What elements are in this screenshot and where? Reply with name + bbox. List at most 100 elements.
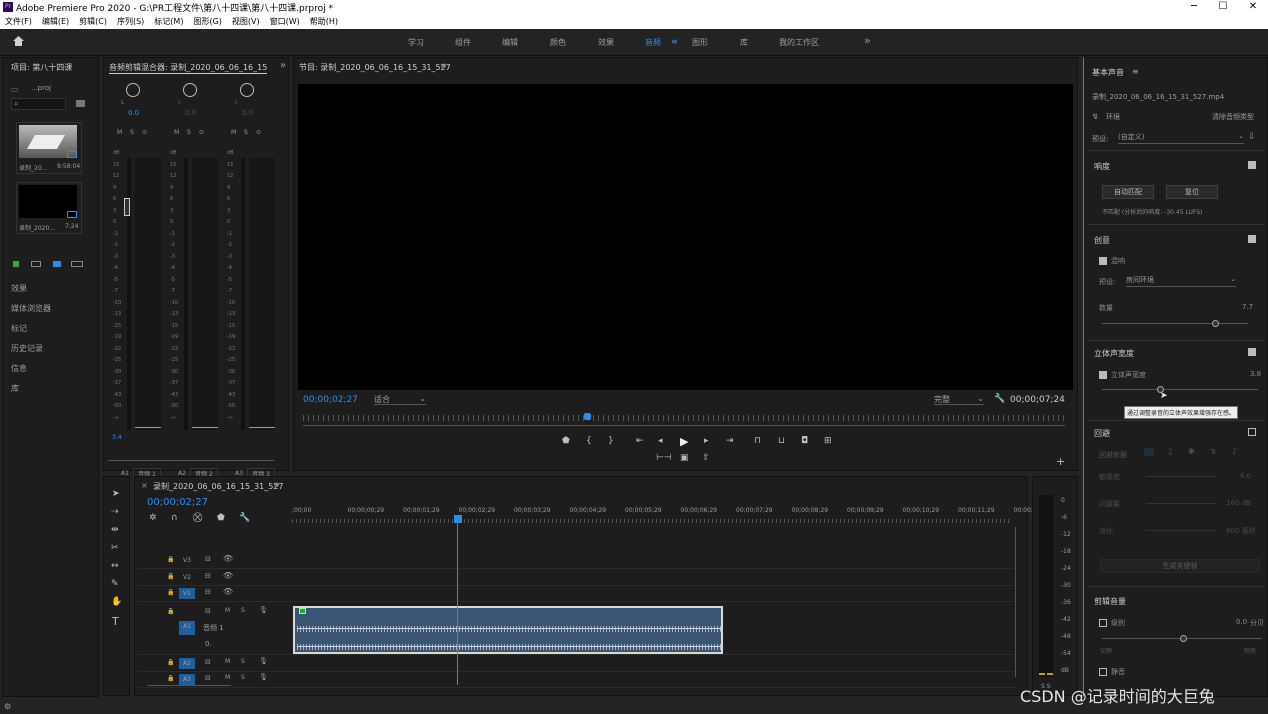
track-label[interactable]: A2 xyxy=(179,658,195,669)
type-tool-icon[interactable]: T xyxy=(112,615,119,628)
menu-edit[interactable]: 编辑(E) xyxy=(42,14,69,29)
essential-title[interactable]: 基本声音 xyxy=(1092,67,1124,78)
sync-lock-icon[interactable]: ⊟ xyxy=(205,555,211,563)
sync-lock-icon[interactable]: ⊟ xyxy=(205,658,211,666)
menu-window[interactable]: 窗口(W) xyxy=(270,14,300,29)
linked-selection-icon[interactable]: ⛒ xyxy=(193,513,202,523)
pen-icon[interactable]: ✎ xyxy=(111,579,119,589)
track-scrollbar[interactable] xyxy=(147,685,231,686)
track-label[interactable]: V2 xyxy=(179,572,195,583)
mute-button[interactable]: M xyxy=(231,129,236,136)
selection-tool-icon[interactable]: ➤ xyxy=(112,489,120,499)
menu-help[interactable]: 帮助(H) xyxy=(310,14,338,29)
preset-dropdown[interactable]: (自定义) ⌄ xyxy=(1118,132,1244,144)
pan-value[interactable]: 0.0 xyxy=(185,109,196,117)
time-ruler[interactable] xyxy=(303,415,1065,421)
stereo-width-value[interactable]: 3.8 xyxy=(1250,370,1261,378)
creative-header[interactable]: 创意 xyxy=(1094,235,1110,246)
video-viewport[interactable] xyxy=(298,84,1073,390)
loudness-header[interactable]: 响度 xyxy=(1094,161,1110,172)
timeline-timecode[interactable]: 00;00;02;27 xyxy=(147,497,208,508)
panel-effects[interactable]: 效果 xyxy=(11,283,27,294)
solo-button[interactable]: S xyxy=(241,658,245,665)
duck-amount-slider[interactable] xyxy=(1146,503,1216,504)
mute-button[interactable]: M xyxy=(225,674,230,681)
panel-libraries[interactable]: 库 xyxy=(11,383,19,394)
panel-history[interactable]: 历史记录 xyxy=(11,343,43,354)
mute-button[interactable]: M xyxy=(174,129,179,136)
track-label[interactable]: A3 xyxy=(179,674,195,685)
ripple-edit-icon[interactable]: ⇹ xyxy=(111,525,119,535)
tab-effects[interactable]: 效果 xyxy=(598,37,614,48)
razor-icon[interactable]: ✂ xyxy=(111,543,119,553)
tab-menu-icon[interactable]: ≡ xyxy=(671,37,678,46)
amount-slider[interactable] xyxy=(1102,323,1248,324)
wrench-icon[interactable]: 🔧 xyxy=(994,394,1005,404)
volume-fader-handle[interactable] xyxy=(124,198,130,216)
menu-graphics[interactable]: 图形(G) xyxy=(193,14,221,29)
record-button[interactable]: ⊙ xyxy=(199,129,204,136)
amount-value[interactable]: 7.7 xyxy=(1242,303,1253,311)
icon-view-icon[interactable] xyxy=(53,261,61,267)
hand-icon[interactable]: ✋ xyxy=(111,597,122,607)
tab-audio[interactable]: 音频 xyxy=(645,37,661,48)
add-marker-icon[interactable]: ⬟ xyxy=(217,513,225,523)
eye-icon[interactable]: 👁 xyxy=(223,571,233,580)
amount-knob[interactable] xyxy=(1212,320,1219,327)
track-select-icon[interactable]: ⇢ xyxy=(111,507,119,517)
lock-icon[interactable]: 🔒 xyxy=(167,556,174,563)
track-label[interactable]: V3 xyxy=(179,555,195,566)
ducking-header[interactable]: 回避 xyxy=(1094,428,1110,439)
pan-knob-icon[interactable] xyxy=(183,83,197,97)
lock-icon[interactable]: 🔒 xyxy=(167,608,174,615)
zoom-scrollbar[interactable] xyxy=(303,425,1065,426)
panel-more-icon[interactable]: » xyxy=(280,60,286,71)
menu-view[interactable]: 视图(V) xyxy=(232,14,260,29)
sync-lock-icon[interactable]: ⊟ xyxy=(205,607,211,615)
solo-button[interactable]: S xyxy=(244,129,248,136)
microphone-icon[interactable]: 🎙 xyxy=(259,606,268,614)
playhead-timecode[interactable]: 00;00;02;27 xyxy=(303,395,358,405)
audio-clip[interactable] xyxy=(293,606,723,654)
mute-button[interactable]: M xyxy=(225,607,230,614)
microphone-icon[interactable]: 🎙 xyxy=(259,657,268,665)
stereo-width-enable-checkbox[interactable] xyxy=(1099,371,1107,379)
lock-icon[interactable]: 🔒 xyxy=(167,675,174,682)
lock-icon[interactable]: 🔒 xyxy=(167,589,174,596)
solo-button[interactable]: S xyxy=(241,674,245,681)
more-workspaces-icon[interactable]: » xyxy=(864,34,871,47)
tab-graphics[interactable]: 图形 xyxy=(692,37,708,48)
reverb-preset-dropdown[interactable]: 房间环境 ⌄ xyxy=(1126,275,1236,287)
fade-slider[interactable] xyxy=(1146,530,1216,531)
loudness-checkbox[interactable] xyxy=(1248,161,1256,169)
snap-icon[interactable]: ∩ xyxy=(171,513,178,523)
mute-button[interactable]: M xyxy=(225,658,230,665)
eye-icon[interactable]: 👁 xyxy=(223,587,233,596)
a1-volume[interactable]: 0. xyxy=(205,640,212,648)
level-knob[interactable] xyxy=(1180,635,1187,642)
pan-knob-icon[interactable] xyxy=(126,83,140,97)
tab-libraries[interactable]: 库 xyxy=(740,37,748,48)
mixer-title[interactable]: 音频剪辑混合器: 录制_2020_06_06_16_15 xyxy=(109,62,268,74)
panel-menu-icon[interactable]: ≡ xyxy=(440,61,447,70)
tab-assembly[interactable]: 组件 xyxy=(455,37,471,48)
tab-editing[interactable]: 编辑 xyxy=(502,37,518,48)
panel-info[interactable]: 信息 xyxy=(11,363,27,374)
ducking-checkbox[interactable] xyxy=(1248,428,1256,436)
stereo-width-checkbox[interactable] xyxy=(1248,348,1256,356)
close-icon[interactable]: × xyxy=(141,481,148,490)
program-title[interactable]: 节目: 录制_2020_06_06_16_15_31_527 xyxy=(299,62,451,73)
menu-clip[interactable]: 剪辑(C) xyxy=(79,14,107,29)
panel-menu-icon[interactable]: ≡ xyxy=(1132,67,1139,76)
fader-track[interactable] xyxy=(241,158,245,430)
solo-button[interactable]: S xyxy=(130,129,134,136)
new-bin-icon[interactable] xyxy=(76,100,85,107)
reset-button[interactable]: 复位 xyxy=(1166,185,1218,199)
close-button[interactable]: ✕ xyxy=(1239,0,1267,14)
stereo-width-header[interactable]: 立体声宽度 xyxy=(1094,348,1134,359)
playhead-handle[interactable] xyxy=(454,515,462,523)
auto-match-button[interactable]: 自动匹配 xyxy=(1102,185,1154,199)
ruler-ticks[interactable] xyxy=(292,519,1010,523)
sensitivity-slider[interactable] xyxy=(1146,476,1216,477)
nest-icon[interactable]: ✲ xyxy=(149,513,157,523)
